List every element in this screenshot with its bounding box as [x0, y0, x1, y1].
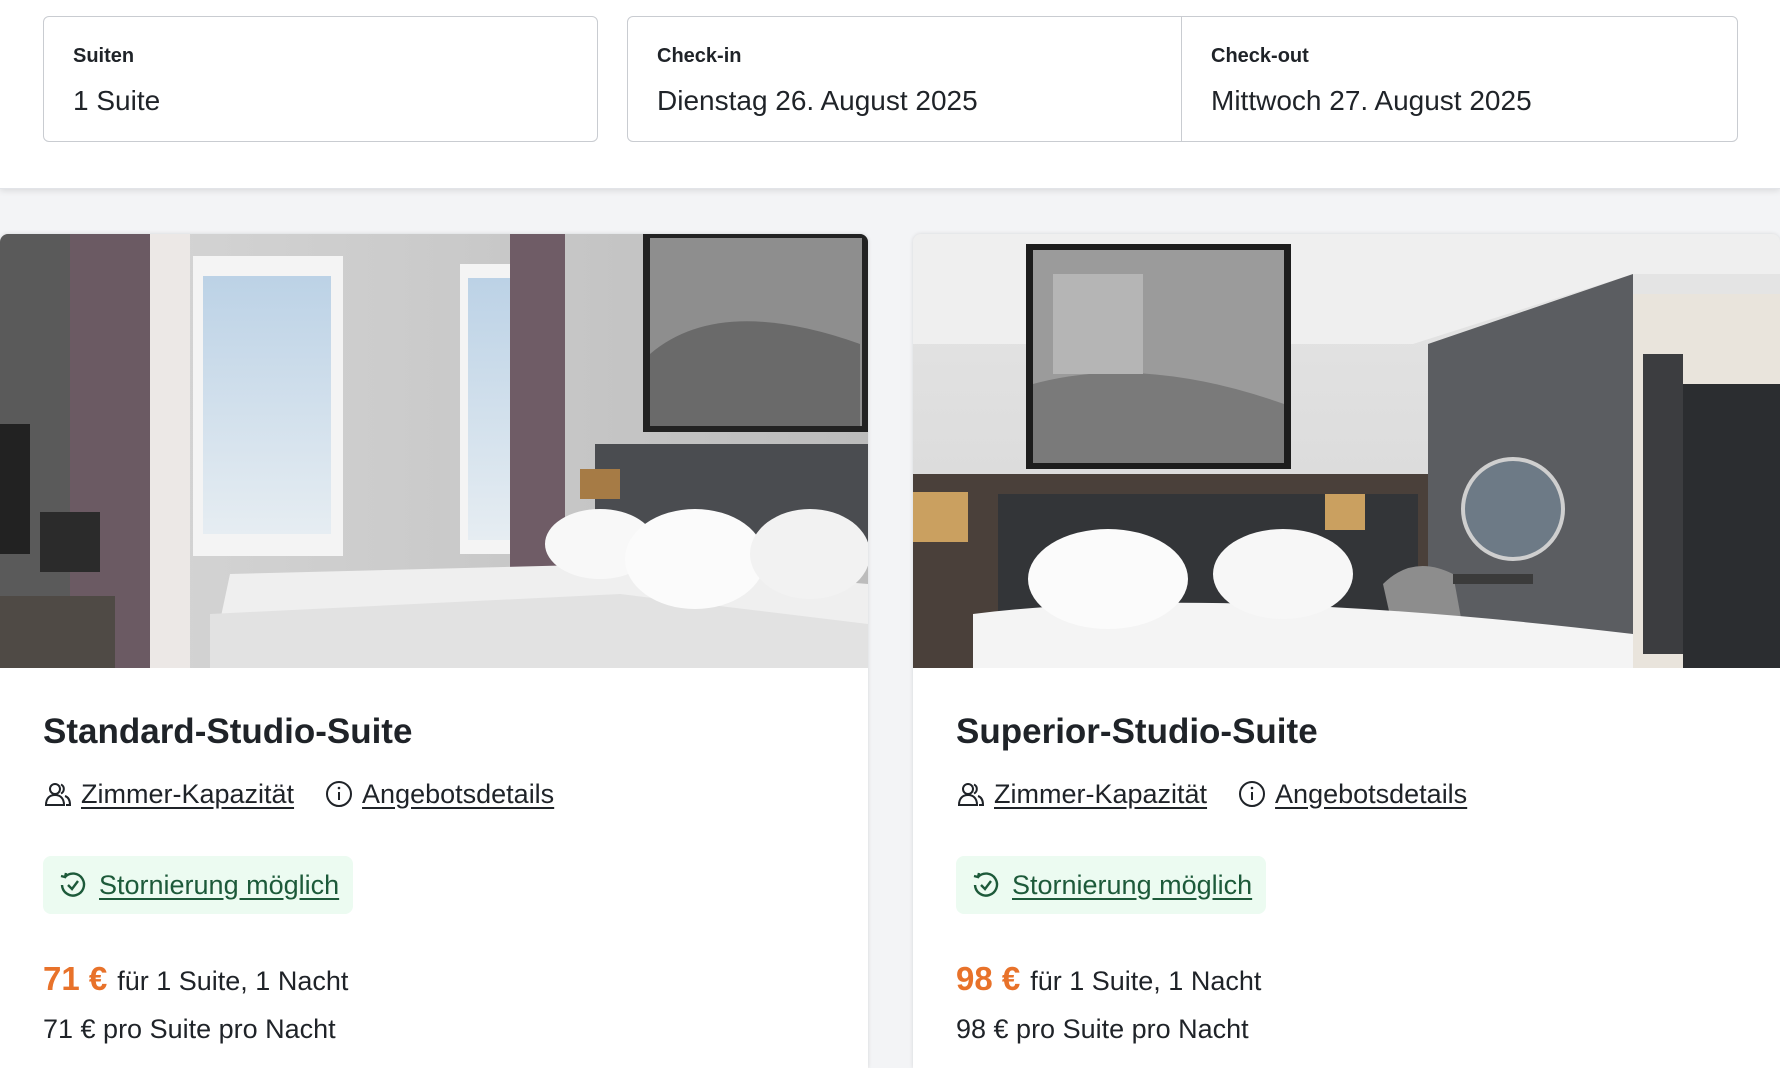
- offer-details-label: Angebotsdetails: [362, 778, 555, 809]
- checkin-field[interactable]: Check-in Dienstag 26. August 2025: [628, 17, 1182, 141]
- room-title[interactable]: Standard-Studio-Suite: [43, 712, 412, 752]
- suites-value: 1 Suite: [73, 85, 161, 116]
- room-capacity-link[interactable]: Zimmer-Kapazität: [43, 779, 294, 810]
- suites-label: Suiten: [73, 45, 135, 67]
- users-icon: [43, 779, 73, 809]
- refresh-check-icon: [57, 869, 89, 901]
- offer-details-link[interactable]: Angebotsdetails: [1237, 779, 1467, 810]
- price-per-night: 71 € pro Suite pro Nacht: [43, 1014, 336, 1044]
- info-icon: [1237, 779, 1267, 809]
- checkout-value: Mittwoch 27. August 2025: [1211, 85, 1532, 116]
- room-capacity-label: Zimmer-Kapazität: [994, 778, 1208, 809]
- room-links: Zimmer-Kapazität Angebotsdetails: [956, 774, 1467, 814]
- info-icon: [324, 779, 354, 809]
- suites-field[interactable]: Suiten 1 Suite: [44, 17, 597, 141]
- room-capacity-link[interactable]: Zimmer-Kapazität: [956, 779, 1207, 810]
- offer-details-link[interactable]: Angebotsdetails: [324, 779, 554, 810]
- price-amount: 71 €: [43, 960, 108, 997]
- price-per-night: 98 € pro Suite pro Nacht: [956, 1014, 1249, 1044]
- room-photo[interactable]: [0, 234, 868, 668]
- refresh-check-icon: [970, 869, 1002, 901]
- room-title[interactable]: Superior-Studio-Suite: [956, 712, 1318, 752]
- hotel-room-photo-icon: [913, 234, 1780, 668]
- price-line: 71 € für 1 Suite, 1 Nacht: [43, 960, 348, 998]
- room-card-standard: Standard-Studio-Suite Zimmer-Kapazität A…: [0, 234, 868, 1068]
- offer-details-label: Angebotsdetails: [1275, 778, 1468, 809]
- cancellation-label: Stornierung möglich: [1012, 869, 1253, 900]
- users-icon: [956, 779, 986, 809]
- price-amount: 98 €: [956, 960, 1021, 997]
- room-card-superior: Superior-Studio-Suite Zimmer-Kapazität A…: [913, 234, 1780, 1068]
- checkin-label: Check-in: [657, 45, 742, 67]
- cancellation-badge[interactable]: Stornierung möglich: [956, 856, 1267, 914]
- price-suffix: für 1 Suite, 1 Nacht: [1030, 966, 1262, 996]
- price-suffix: für 1 Suite, 1 Nacht: [117, 966, 349, 996]
- room-photo[interactable]: [913, 234, 1780, 668]
- checkout-field[interactable]: Check-out Mittwoch 27. August 2025: [1182, 17, 1737, 141]
- booking-search-bar: Suiten 1 Suite Check-in Dienstag 26. Aug…: [0, 0, 1780, 189]
- date-range-selector[interactable]: Check-in Dienstag 26. August 2025 Check-…: [627, 16, 1738, 142]
- cancellation-badge[interactable]: Stornierung möglich: [43, 856, 354, 914]
- checkout-label: Check-out: [1211, 45, 1309, 67]
- suites-selector[interactable]: Suiten 1 Suite: [43, 16, 598, 142]
- room-capacity-label: Zimmer-Kapazität: [81, 778, 295, 809]
- hotel-room-photo-icon: [0, 234, 868, 668]
- cancellation-label: Stornierung möglich: [99, 869, 340, 900]
- room-links: Zimmer-Kapazität Angebotsdetails: [43, 774, 554, 814]
- checkin-value: Dienstag 26. August 2025: [657, 85, 978, 116]
- price-line: 98 € für 1 Suite, 1 Nacht: [956, 960, 1261, 998]
